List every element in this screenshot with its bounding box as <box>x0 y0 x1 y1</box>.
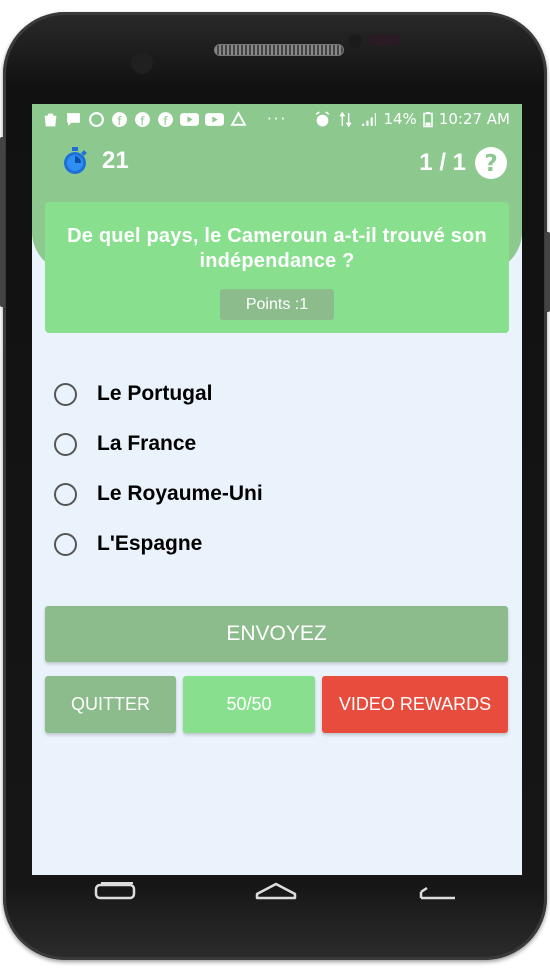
answer-label: L'Espagne <box>97 532 203 555</box>
proximity-sensor <box>368 34 400 46</box>
fifty-fifty-button[interactable]: 50/50 <box>183 676 315 733</box>
points-badge: Points :1 <box>220 289 334 320</box>
chat-icon <box>67 112 80 126</box>
radio-button[interactable] <box>54 532 77 556</box>
answer-label: Le Portugal <box>97 382 213 405</box>
radio-button[interactable] <box>54 482 77 506</box>
question-card: De quel pays, le Cameroun a-t-il trouvé … <box>45 202 509 333</box>
youtube-icon <box>205 112 224 126</box>
app-screen: f f f ··· 14% 10:27 AM 21 1 / 1 ? De que… <box>32 104 522 875</box>
home-icon[interactable] <box>253 880 299 904</box>
back-icon[interactable] <box>415 880 461 904</box>
answer-option[interactable]: L'Espagne <box>54 532 202 556</box>
facebook-icon: f <box>158 111 173 127</box>
power-button <box>545 232 550 312</box>
question-counter-value: 1 / 1 <box>419 149 466 176</box>
answer-option[interactable]: Le Portugal <box>54 382 213 406</box>
question-text: De quel pays, le Cameroun a-t-il trouvé … <box>67 225 487 272</box>
facebook-icon: f <box>112 111 127 127</box>
front-camera-icon <box>131 52 153 74</box>
quit-button[interactable]: QUITTER <box>45 676 176 733</box>
data-icon <box>340 111 352 127</box>
battery-icon <box>423 111 433 127</box>
answer-option[interactable]: La France <box>54 432 196 456</box>
youtube-icon <box>180 112 199 126</box>
drive-icon <box>230 110 247 126</box>
radio-button[interactable] <box>54 382 77 406</box>
signal-icon <box>362 112 377 126</box>
notification-icons: f f f ··· <box>42 110 287 128</box>
help-icon[interactable]: ? <box>474 146 508 180</box>
facebook-icon: f <box>135 111 150 127</box>
status-bar: f f f ··· 14% 10:27 AM <box>32 104 522 136</box>
recent-apps-icon[interactable] <box>93 880 139 904</box>
volume-button <box>0 137 5 307</box>
speaker-grille <box>214 44 344 56</box>
submit-button[interactable]: ENVOYEZ <box>45 606 508 662</box>
timer-value: 21 <box>102 147 129 174</box>
battery-percent: 14% <box>383 110 417 128</box>
clock: 10:27 AM <box>438 110 510 128</box>
answer-label: La France <box>97 432 197 455</box>
whatsapp-icon <box>89 111 104 127</box>
stopwatch-icon <box>64 147 87 174</box>
answer-option[interactable]: Le Royaume-Uni <box>54 482 263 506</box>
svg-text:?: ? <box>484 151 497 177</box>
timer: 21 <box>60 146 129 176</box>
more-icon: ··· <box>267 110 288 128</box>
radio-button[interactable] <box>54 432 77 456</box>
question-counter: 1 / 1 ? <box>419 146 508 180</box>
sensor-icon <box>348 34 362 48</box>
video-rewards-button[interactable]: VIDEO REWARDS <box>322 676 508 733</box>
shopping-bag-icon <box>44 113 57 126</box>
system-status: 14% 10:27 AM <box>314 110 510 128</box>
answer-label: Le Royaume-Uni <box>97 482 263 505</box>
alarm-icon <box>316 110 330 126</box>
